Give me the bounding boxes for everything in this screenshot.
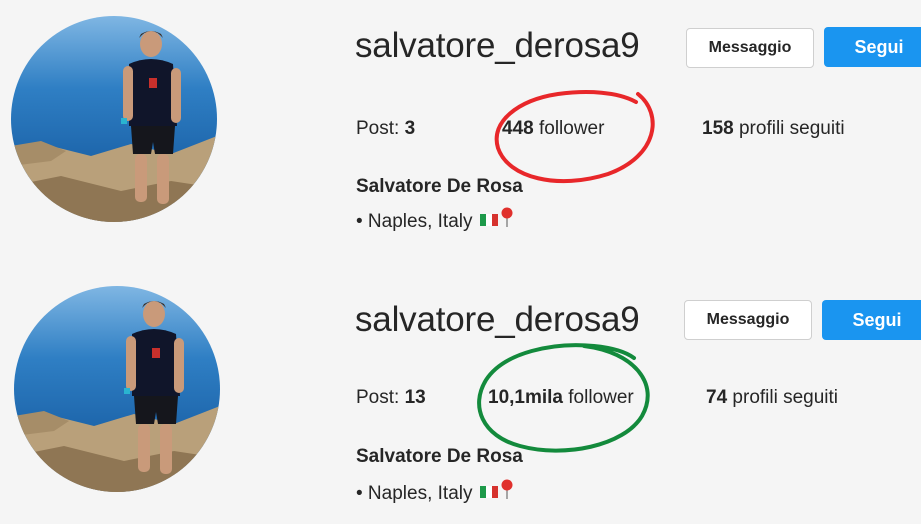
full-name: Salvatore De Rosa [356,446,523,467]
profile-avatar[interactable] [11,16,217,222]
profile-header-before: salvatore_derosa9 Messaggio Segui Post: … [0,0,921,252]
round-pushpin-icon [501,207,513,227]
following-label: profili seguiti [732,387,839,408]
posts-count: Post: 3 [356,118,415,140]
posts-label: Post: [356,387,400,408]
posts-number: 13 [404,387,426,408]
posts-number: 3 [404,118,416,139]
red-highlight-circle [494,90,655,184]
follow-button[interactable]: Segui [822,300,921,340]
round-pushpin-icon [501,479,513,499]
full-name: Salvatore De Rosa [356,176,523,197]
following-link[interactable]: 74 profili seguiti [706,387,838,409]
following-label: profili seguiti [738,118,845,139]
follow-button[interactable]: Segui [824,27,921,67]
bio-text: • Naples, Italy [356,483,473,504]
username: salvatore_derosa9 [355,26,640,65]
italy-flag-icon [480,210,499,226]
posts-count: Post: 13 [356,387,426,409]
posts-label: Post: [356,118,400,139]
message-button[interactable]: Messaggio [686,28,814,68]
following-number: 74 [706,387,728,408]
italy-flag-icon [480,482,499,498]
bio-location: • Naples, Italy [356,479,514,505]
bio-text: • Naples, Italy [356,211,473,232]
message-button[interactable]: Messaggio [684,300,812,340]
profile-header-after: salvatore_derosa9 Messaggio Segui Post: … [0,272,921,524]
profile-avatar[interactable] [14,286,220,492]
following-link[interactable]: 158 profili seguiti [702,118,845,140]
following-number: 158 [702,118,734,139]
bio-location: • Naples, Italy [356,207,514,233]
green-highlight-circle [477,343,650,453]
